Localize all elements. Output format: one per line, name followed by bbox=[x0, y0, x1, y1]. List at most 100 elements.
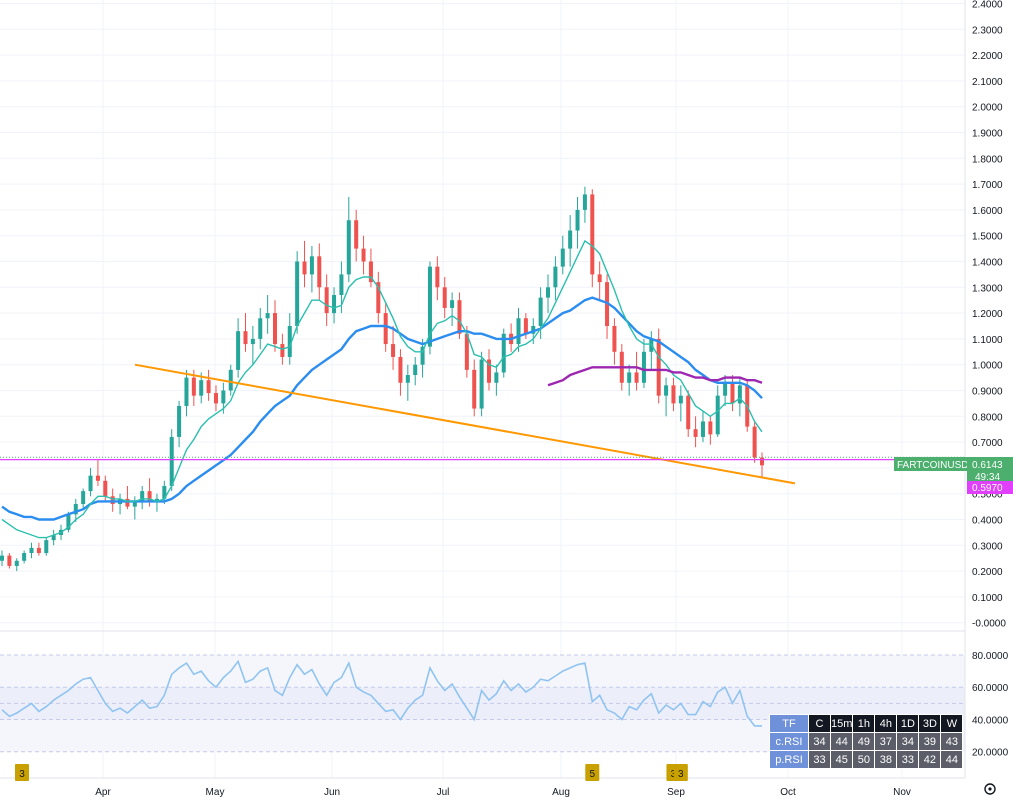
candle bbox=[737, 385, 742, 404]
rsi-table-cell: 33 bbox=[897, 751, 919, 768]
candle bbox=[302, 261, 307, 275]
candle bbox=[582, 194, 587, 210]
candle bbox=[494, 372, 499, 383]
candle bbox=[398, 356, 403, 383]
rsi-table-row-label: p.RSI bbox=[770, 751, 808, 768]
candle bbox=[88, 475, 93, 492]
price-tick-label: 1.7000 bbox=[972, 180, 1003, 191]
candle bbox=[191, 377, 196, 396]
rsi-table-header: 1h bbox=[853, 715, 875, 732]
rsi-tick-label: 60.0000 bbox=[972, 683, 1009, 694]
rsi-tick-label: 40.0000 bbox=[972, 715, 1009, 726]
candle bbox=[317, 256, 322, 288]
candle bbox=[236, 331, 241, 370]
candle bbox=[686, 395, 691, 430]
time-tick-label: Jul bbox=[437, 787, 450, 798]
rsi-table: TF C 15m 1h 4h 1D 3D W c.RSI 34 44 49 37… bbox=[769, 714, 964, 769]
candle bbox=[671, 385, 676, 404]
price-tick-label: -0.0000 bbox=[972, 619, 1006, 630]
candle bbox=[14, 560, 19, 566]
candle bbox=[243, 331, 248, 345]
candle bbox=[641, 351, 646, 383]
rsi-table-cell: 37 bbox=[875, 733, 897, 750]
rsi-tick-label: 20.0000 bbox=[972, 748, 1009, 759]
candle bbox=[110, 496, 115, 505]
price-tick-label: 1.2000 bbox=[972, 309, 1003, 320]
rsi-table-cell: 38 bbox=[875, 751, 897, 768]
rsi-table-cell: 49 bbox=[853, 733, 875, 750]
price-tick-label: 2.1000 bbox=[972, 77, 1003, 88]
rsi-tick-label: 80.0000 bbox=[972, 651, 1009, 662]
price-tick-label: 1.8000 bbox=[972, 154, 1003, 165]
candle bbox=[634, 372, 639, 383]
price-tick-label: 1.6000 bbox=[972, 206, 1003, 217]
candle bbox=[678, 395, 683, 404]
price-tick-label: 1.5000 bbox=[972, 232, 1003, 243]
candle bbox=[44, 540, 49, 554]
price-tick-label: 1.9000 bbox=[972, 129, 1003, 140]
time-tick-label: Apr bbox=[95, 787, 111, 798]
rsi-table-header: W bbox=[941, 715, 963, 732]
price-tick-label: 0.2000 bbox=[972, 567, 1003, 578]
candle bbox=[383, 313, 388, 345]
candle bbox=[81, 491, 86, 505]
hline-price-value: 0.5970 bbox=[972, 483, 1003, 494]
candle bbox=[332, 295, 337, 314]
candle bbox=[250, 338, 255, 345]
price-tick-label: 1.3000 bbox=[972, 283, 1003, 294]
candle bbox=[450, 300, 455, 308]
rsi-table-cell: 33 bbox=[809, 751, 830, 768]
candle bbox=[612, 326, 617, 352]
time-tick-label: May bbox=[206, 787, 225, 798]
time-tick-label: Jun bbox=[324, 787, 340, 798]
event-marker-label: 3 bbox=[19, 769, 25, 780]
last-price-value: 0.6143 bbox=[972, 460, 1003, 471]
price-tick-label: 2.2000 bbox=[972, 51, 1003, 62]
candle bbox=[723, 382, 728, 396]
candle bbox=[199, 380, 204, 396]
event-marker-label: 3 bbox=[678, 769, 684, 780]
candle bbox=[103, 480, 108, 497]
candle bbox=[280, 344, 285, 357]
rsi-table-header: 15m bbox=[831, 715, 853, 732]
candle bbox=[184, 377, 189, 406]
candle bbox=[597, 274, 602, 283]
price-tick-label: 1.1000 bbox=[972, 335, 1003, 346]
rsi-table-cell: 34 bbox=[809, 733, 830, 750]
time-tick-label: Sep bbox=[667, 787, 685, 798]
candle bbox=[708, 421, 713, 435]
hline-price-badge: 0.5970 bbox=[967, 481, 1013, 494]
time-tick-label: Aug bbox=[552, 787, 570, 798]
candle bbox=[516, 318, 521, 345]
candle bbox=[22, 553, 27, 561]
rsi-table-header-row: TF C 15m 1h 4h 1D 3D W bbox=[770, 715, 963, 732]
candle bbox=[730, 382, 735, 404]
candle bbox=[391, 344, 396, 357]
candle bbox=[309, 256, 314, 275]
price-tick-label: 1.0000 bbox=[972, 361, 1003, 372]
candle bbox=[213, 393, 218, 404]
rsi-table-header: C bbox=[809, 715, 830, 732]
candle bbox=[656, 338, 661, 396]
rsi-table-header: TF bbox=[770, 715, 808, 732]
candle bbox=[221, 390, 226, 404]
candle bbox=[664, 385, 669, 396]
candle bbox=[693, 429, 698, 437]
candle bbox=[295, 261, 300, 326]
candle bbox=[405, 375, 410, 383]
rsi-table-row: p.RSI 33 45 50 38 33 42 44 bbox=[770, 751, 963, 768]
rsi-table-row-label: c.RSI bbox=[770, 733, 808, 750]
candle bbox=[346, 220, 351, 275]
candle bbox=[29, 547, 34, 554]
rsi-table-cell: 44 bbox=[941, 751, 963, 768]
candle bbox=[265, 313, 270, 319]
rsi-table-cell: 50 bbox=[853, 751, 875, 768]
candle bbox=[752, 426, 757, 458]
candle bbox=[206, 380, 211, 394]
candle bbox=[354, 220, 359, 249]
candle bbox=[538, 297, 543, 326]
candle bbox=[7, 555, 12, 566]
candle bbox=[442, 287, 447, 308]
candle bbox=[457, 300, 462, 334]
trading-chart[interactable]: 2.4000 2.3000 2.2000 2.1000 2.0000 1.9000 1.80… bbox=[0, 0, 1013, 800]
